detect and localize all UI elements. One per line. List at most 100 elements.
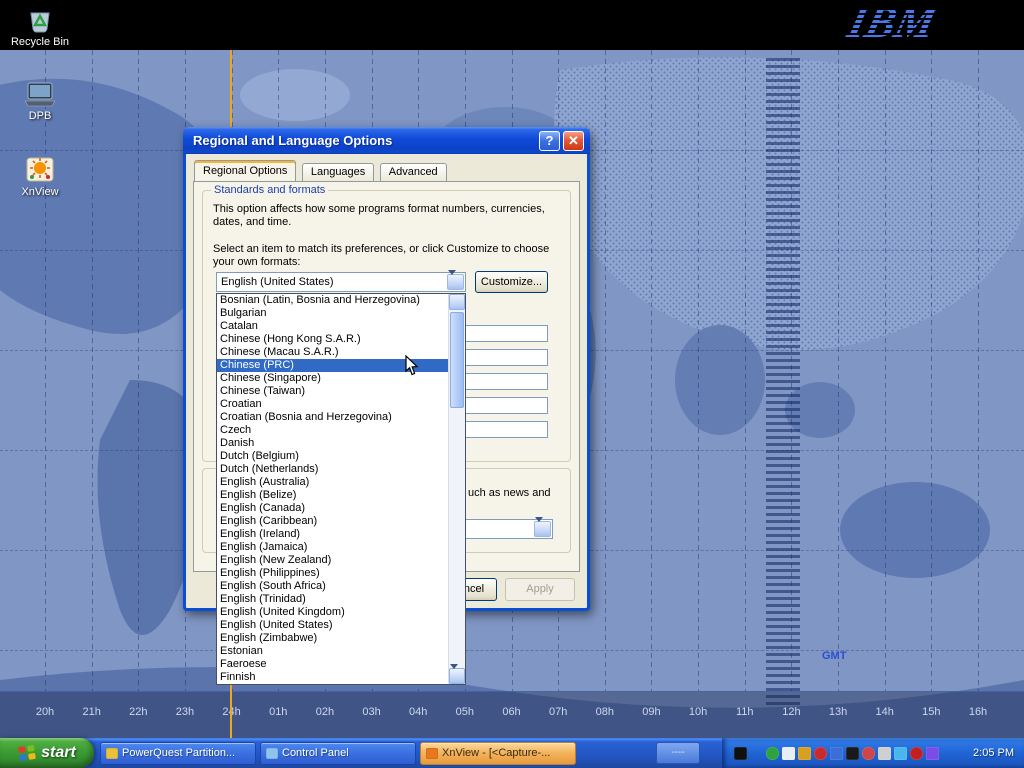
hour-label: 21h: [82, 706, 100, 718]
timezone-gridline: [745, 50, 746, 692]
language-option[interactable]: Dutch (Belgium): [217, 450, 448, 463]
hour-label: 22h: [129, 706, 147, 718]
language-option[interactable]: Finnish: [217, 671, 448, 684]
desktop-icon-dpb[interactable]: DPB: [1, 82, 79, 122]
timezone-gridline: [698, 50, 699, 692]
language-option[interactable]: Croatian (Bosnia and Herzegovina): [217, 411, 448, 424]
hour-label: 07h: [549, 706, 567, 718]
taskbar-clock: 2:05 PM: [973, 747, 1014, 759]
language-option[interactable]: English (United Kingdom): [217, 606, 448, 619]
scroll-down-button[interactable]: [449, 668, 465, 684]
language-option[interactable]: English (Ireland): [217, 528, 448, 541]
language-option[interactable]: Bulgarian: [217, 307, 448, 320]
tab-regional-options[interactable]: Regional Options: [194, 160, 296, 181]
system-tray: 2:05 PM: [722, 738, 1024, 768]
hour-label: 15h: [922, 706, 940, 718]
language-option[interactable]: English (New Zealand): [217, 554, 448, 567]
windows-flag-icon: [18, 745, 36, 761]
dialog-title: Regional and Language Options: [193, 133, 536, 148]
language-option[interactable]: English (Trinidad): [217, 593, 448, 606]
chevron-down-icon: [450, 664, 458, 686]
mouse-cursor: [405, 355, 419, 377]
tab-strip: Regional Options Languages Advanced: [194, 160, 448, 181]
language-option[interactable]: English (Caribbean): [217, 515, 448, 528]
start-button[interactable]: start: [0, 738, 94, 768]
hour-label: 20h: [36, 706, 54, 718]
scrollbar-thumb[interactable]: [450, 312, 464, 408]
format-combobox-value: English (United States): [221, 276, 334, 288]
timezone-gridline: [885, 50, 886, 692]
language-option[interactable]: English (United States): [217, 619, 448, 632]
language-option[interactable]: Chinese (Hong Kong S.A.R.): [217, 333, 448, 346]
hour-label: 09h: [642, 706, 660, 718]
combobox-dropdown-button[interactable]: [534, 521, 551, 537]
tray-icons: [734, 747, 939, 760]
gmt-label: GMT: [822, 650, 846, 662]
language-option[interactable]: English (Zimbabwe): [217, 632, 448, 645]
language-option[interactable]: Czech: [217, 424, 448, 437]
language-option[interactable]: English (Belize): [217, 489, 448, 502]
timezone-gridline: [978, 50, 979, 692]
hour-label: 10h: [689, 706, 707, 718]
language-option[interactable]: Chinese (Taiwan): [217, 385, 448, 398]
task-button[interactable]: XnView - [<Capture-...: [420, 742, 576, 765]
customize-button[interactable]: Customize...: [475, 271, 548, 293]
chevron-down-icon: [448, 270, 456, 292]
timezone-gridline: [651, 50, 652, 692]
task-label: XnView - [<Capture-...: [442, 747, 550, 759]
tab-advanced[interactable]: Advanced: [380, 163, 447, 181]
timezone-gridline: [931, 50, 932, 692]
apply-button[interactable]: Apply: [505, 578, 575, 601]
language-option[interactable]: English (Australia): [217, 476, 448, 489]
dialog-titlebar[interactable]: Regional and Language Options ? ✕: [183, 127, 590, 154]
tray-icon[interactable]: [878, 747, 891, 760]
language-option[interactable]: English (South Africa): [217, 580, 448, 593]
tray-icon[interactable]: [926, 747, 939, 760]
list-scrollbar[interactable]: [448, 294, 465, 684]
combobox-dropdown-button[interactable]: [447, 274, 464, 290]
language-option[interactable]: Danish: [217, 437, 448, 450]
ibm-logo: IBM: [844, 0, 941, 46]
task-label: Control Panel: [282, 747, 349, 759]
taskbar: start PowerQuest Partition... Control Pan…: [0, 738, 1024, 768]
tray-icon[interactable]: [910, 747, 923, 760]
close-icon: ✕: [568, 133, 579, 148]
tray-icon[interactable]: [862, 747, 875, 760]
tray-icon[interactable]: [782, 747, 795, 760]
tray-icon[interactable]: [830, 747, 843, 760]
tray-icon[interactable]: [798, 747, 811, 760]
language-option[interactable]: Croatian: [217, 398, 448, 411]
icon-label: Recycle Bin: [11, 36, 69, 48]
language-option[interactable]: Catalan: [217, 320, 448, 333]
desktop-icon-xnview[interactable]: XnView: [1, 156, 79, 198]
recycle-bin-icon: [25, 4, 55, 34]
tray-icon[interactable]: [894, 747, 907, 760]
language-option[interactable]: English (Philippines): [217, 567, 448, 580]
desktop-icon-recycle-bin[interactable]: Recycle Bin: [1, 4, 79, 48]
icon-label: XnView: [21, 186, 58, 198]
language-option[interactable]: Bosnian (Latin, Bosnia and Herzegovina): [217, 294, 448, 307]
format-combobox[interactable]: English (United States): [216, 272, 466, 292]
tab-languages[interactable]: Languages: [302, 163, 374, 181]
tray-icon[interactable]: [734, 747, 747, 760]
language-option[interactable]: Dutch (Netherlands): [217, 463, 448, 476]
close-button[interactable]: ✕: [563, 131, 584, 151]
scroll-up-button[interactable]: [449, 294, 465, 310]
standards-description: This option affects how some programs fo…: [213, 203, 558, 229]
taskbar-separator-button[interactable]: ----: [656, 742, 700, 764]
help-button[interactable]: ?: [539, 131, 560, 151]
language-option[interactable]: Faeroese: [217, 658, 448, 671]
language-option[interactable]: Estonian: [217, 645, 448, 658]
language-option[interactable]: English (Jamaica): [217, 541, 448, 554]
task-button[interactable]: Control Panel: [260, 742, 416, 765]
tray-icon[interactable]: [766, 747, 779, 760]
hour-label: 14h: [876, 706, 894, 718]
tray-icon[interactable]: [846, 747, 859, 760]
folder-icon: [106, 748, 118, 759]
date-line-hatch-band: [766, 58, 800, 706]
chevron-down-icon: [535, 517, 543, 539]
hour-label: 03h: [362, 706, 380, 718]
tray-icon[interactable]: [814, 747, 827, 760]
language-option[interactable]: English (Canada): [217, 502, 448, 515]
task-button[interactable]: PowerQuest Partition...: [100, 742, 256, 765]
